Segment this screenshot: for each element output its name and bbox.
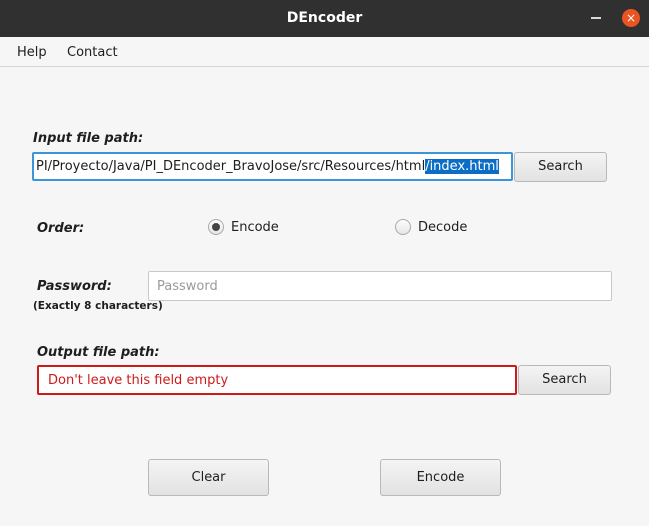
input-path-field[interactable]: PI/Proyecto/Java/PI_DEncoder_BravoJose/s…	[32, 152, 513, 181]
menu-bar: Help Contact	[0, 37, 649, 67]
order-label: Order:	[37, 221, 85, 236]
minimize-icon[interactable]	[591, 17, 601, 19]
encode-radio[interactable]	[208, 219, 224, 235]
encode-button[interactable]: Encode	[380, 459, 501, 496]
password-hint: (Exactly 8 characters)	[33, 300, 163, 312]
password-label: Password:	[37, 279, 112, 294]
output-search-button[interactable]: Search	[518, 365, 611, 395]
title-bar: DEncoder ×	[0, 0, 649, 37]
input-path-selection: /index.html	[425, 159, 499, 174]
input-search-button[interactable]: Search	[514, 152, 607, 182]
output-path-label: Output file path:	[37, 345, 160, 360]
clear-button[interactable]: Clear	[148, 459, 269, 496]
input-path-value: PI/Proyecto/Java/PI_DEncoder_BravoJose/s…	[36, 159, 426, 174]
input-path-label: Input file path:	[33, 131, 144, 146]
close-icon[interactable]: ×	[622, 9, 640, 27]
window-title: DEncoder	[286, 10, 363, 26]
output-path-field[interactable]: Don't leave this field empty	[37, 365, 517, 395]
menu-contact[interactable]: Contact	[67, 45, 118, 60]
decode-radio[interactable]	[395, 219, 411, 235]
radio-selected-dot	[212, 223, 220, 231]
decode-radio-label[interactable]: Decode	[418, 220, 467, 235]
password-field[interactable]: Password	[148, 271, 612, 301]
encode-radio-label[interactable]: Encode	[231, 220, 279, 235]
menu-help[interactable]: Help	[17, 45, 47, 60]
